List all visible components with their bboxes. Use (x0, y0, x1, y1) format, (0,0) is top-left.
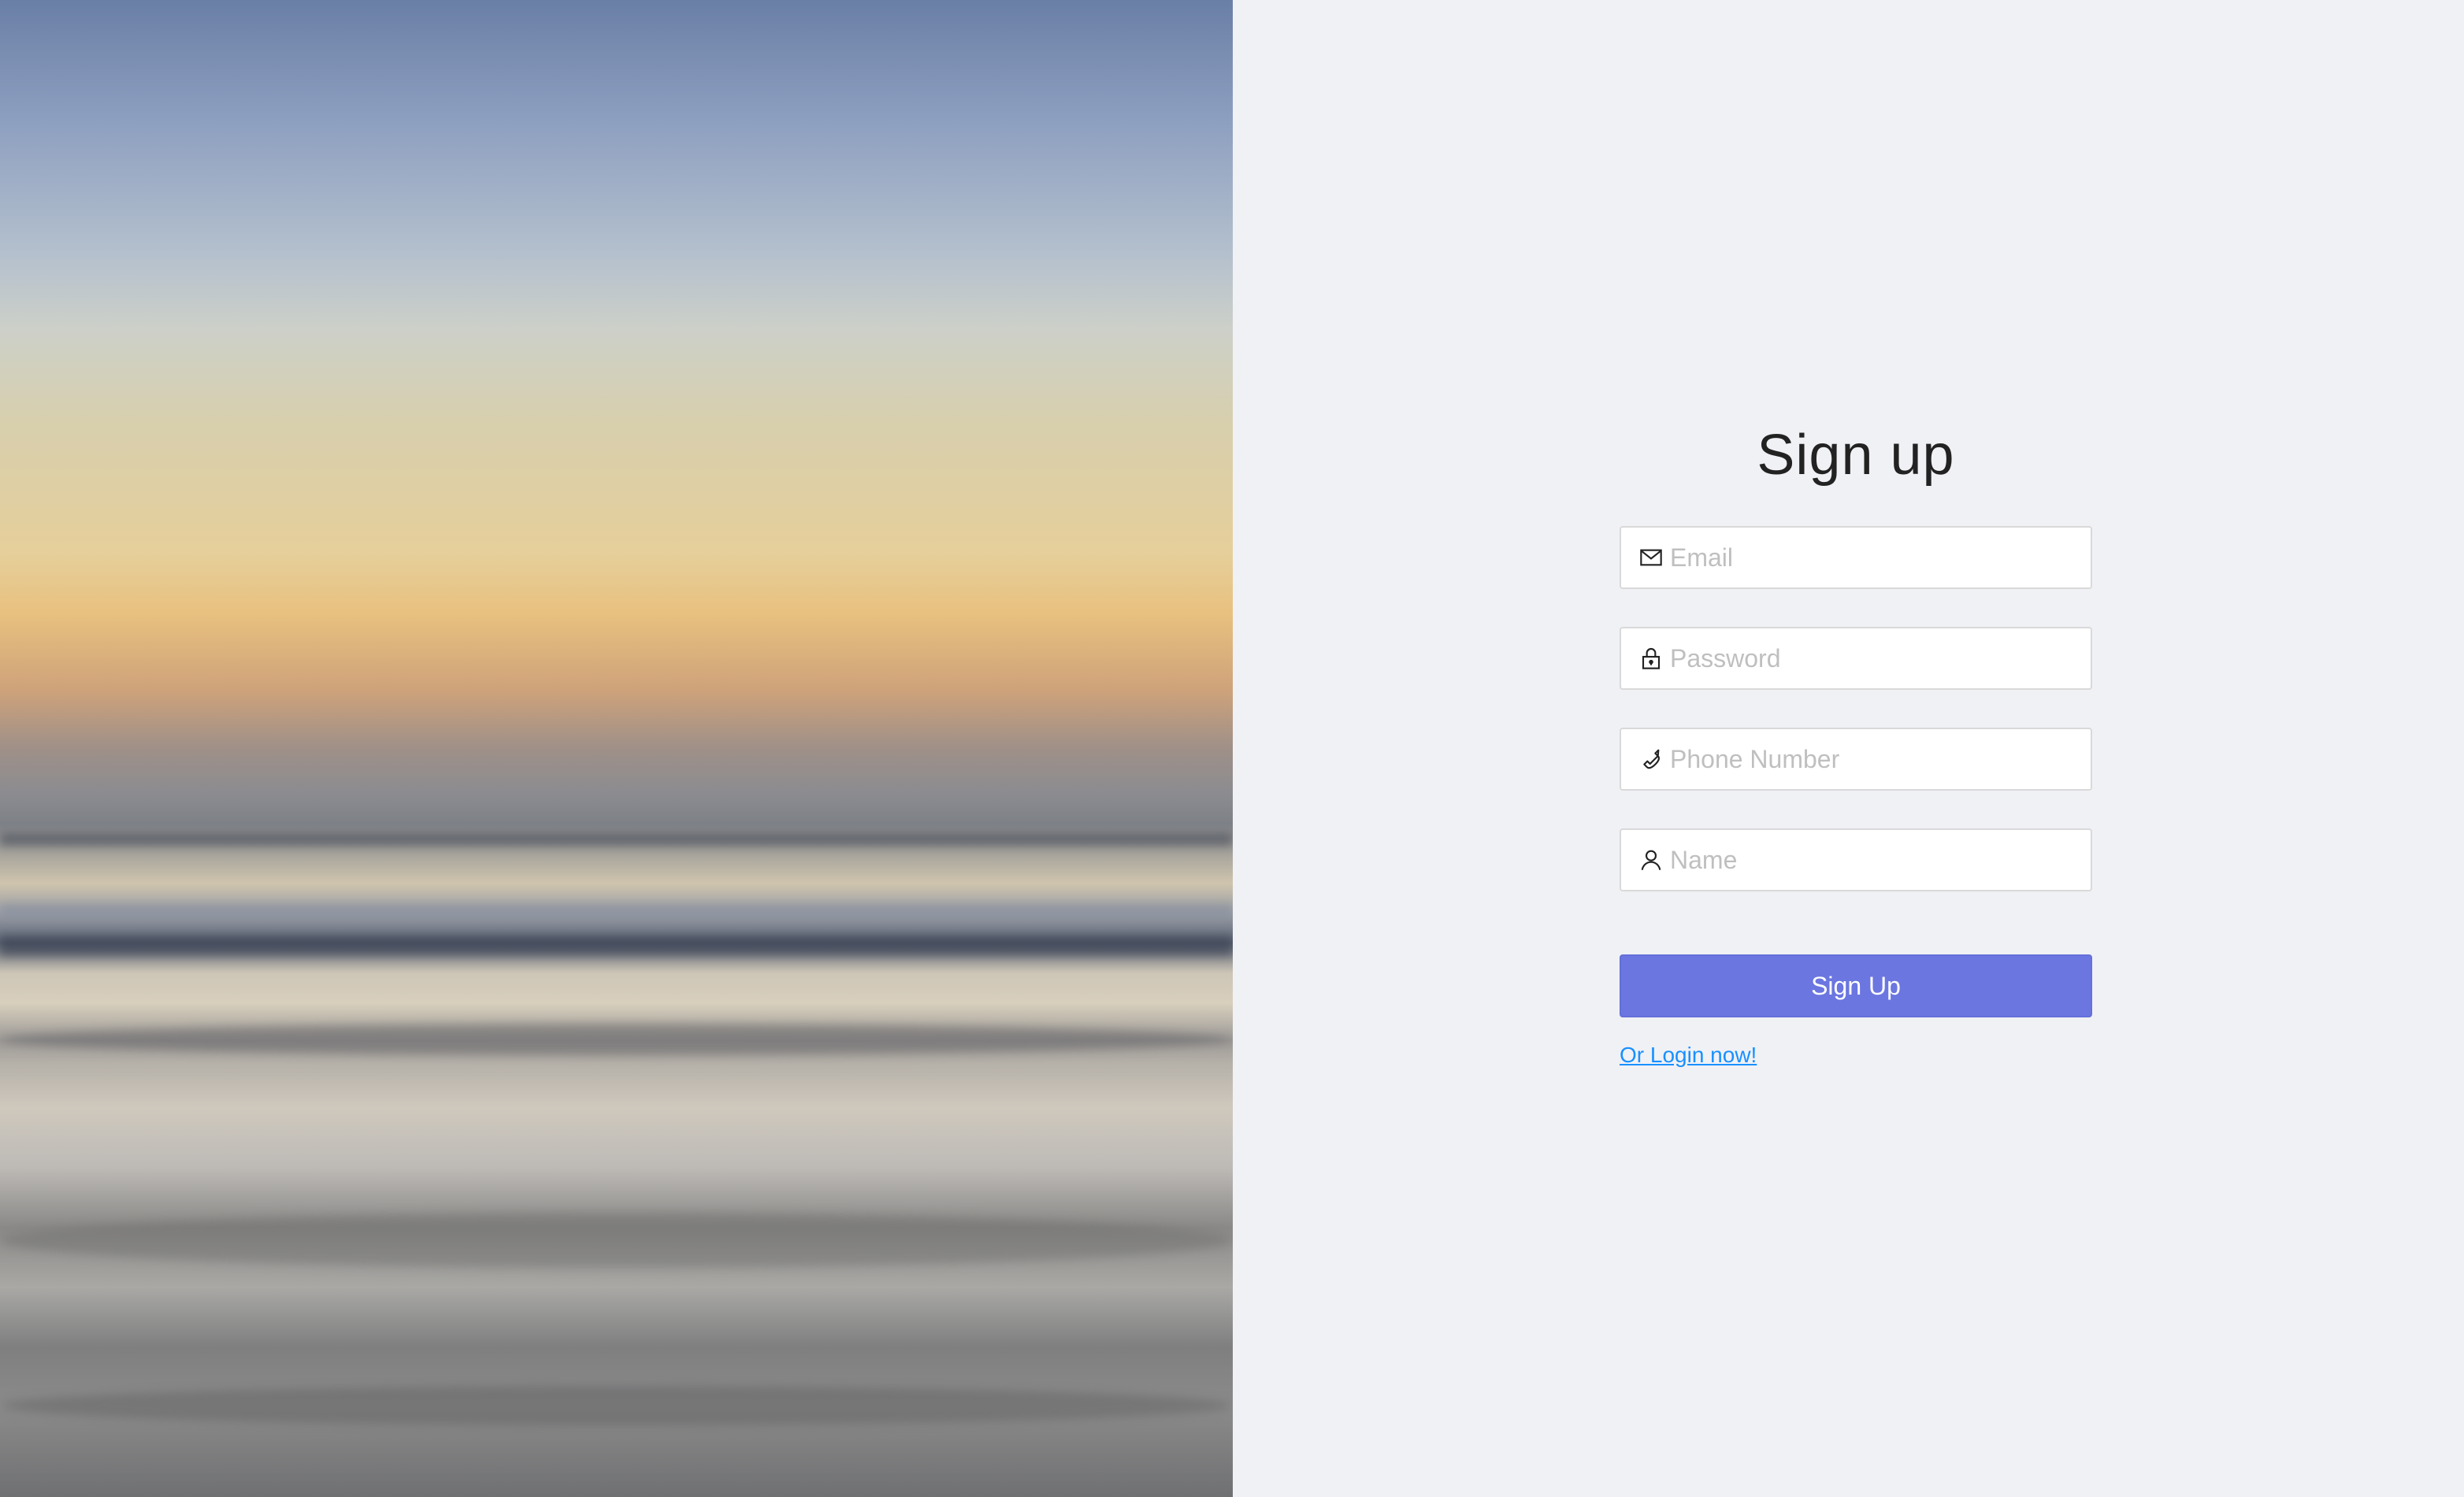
phone-input[interactable] (1670, 729, 2091, 789)
hero-image (0, 0, 1233, 1497)
form-panel: Sign up Email Phone Number Name Sign Up … (1233, 0, 2464, 1497)
email-field[interactable] (1620, 526, 2092, 589)
name-field[interactable] (1620, 828, 2092, 891)
page-title: Sign up (1757, 424, 1955, 487)
sign-up-button[interactable]: Sign Up (1620, 954, 2092, 1017)
password-input[interactable] (1670, 628, 2091, 688)
login-link[interactable]: Or Login now! (1620, 1043, 1757, 1068)
signup-page: Sign up Email Phone Number Name Sign Up … (0, 0, 2464, 1497)
password-field[interactable] (1620, 627, 2092, 690)
lock-icon (1638, 646, 1664, 671)
email-input[interactable] (1670, 528, 2091, 587)
signup-form: Sign up Email Phone Number Name Sign Up … (1620, 417, 2092, 1068)
phone-field[interactable] (1620, 728, 2092, 791)
name-input[interactable] (1670, 830, 2091, 890)
user-icon (1638, 847, 1664, 873)
phone-icon (1638, 747, 1664, 772)
mail-icon (1638, 545, 1664, 570)
